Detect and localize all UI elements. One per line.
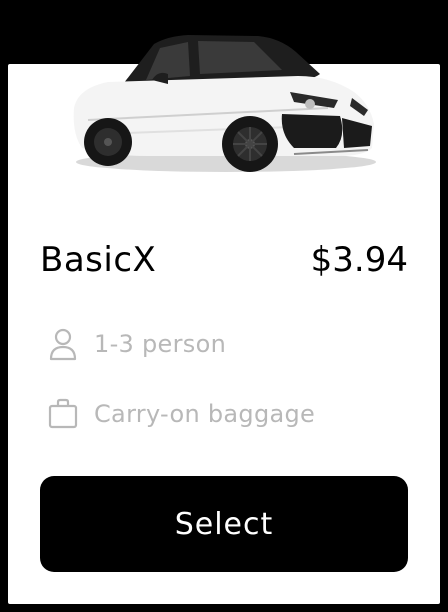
feature-baggage: Carry-on baggage <box>46 396 315 432</box>
select-button[interactable]: Select <box>40 476 408 572</box>
person-icon <box>46 327 80 361</box>
car-image <box>68 30 380 175</box>
feature-capacity: 1-3 person <box>46 326 226 362</box>
feature-baggage-label: Carry-on baggage <box>94 400 316 428</box>
title-row: BasicX $3.94 <box>40 238 408 282</box>
ride-price: $3.94 <box>310 240 408 280</box>
feature-capacity-label: 1-3 person <box>94 330 227 358</box>
ride-name: BasicX <box>40 240 157 280</box>
bag-icon <box>46 397 80 431</box>
